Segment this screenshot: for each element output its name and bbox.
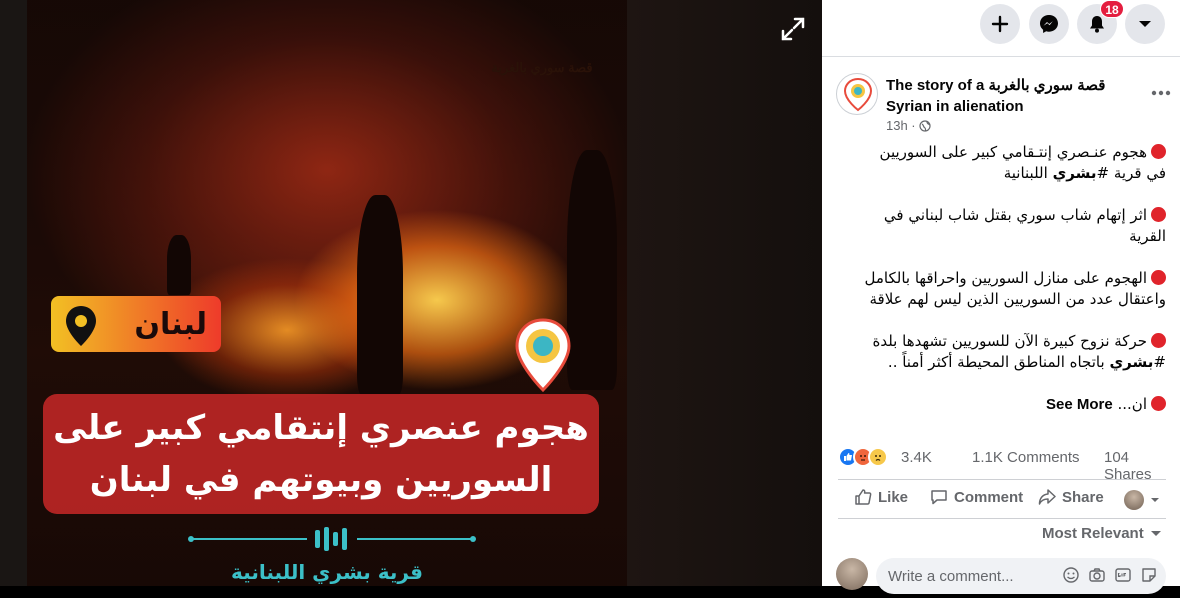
page-name-link[interactable]: The story of a قصة سوري بالغربة Syrian i… <box>886 75 1136 117</box>
red-circle-icon <box>1151 396 1166 411</box>
comment-tools <box>1062 566 1158 584</box>
sad-reaction-icon <box>868 447 888 467</box>
post-paragraph: الهجوم على منازل السوريين واحراقها بالكا… <box>850 268 1166 310</box>
headline-banner: هجوم عنصري إنتقامي كبير على السوريين وبي… <box>43 394 599 514</box>
paragraph-line: اثر إتهام شاب سوري بقتل شاب لبناني في <box>883 206 1147 224</box>
like-button[interactable]: Like <box>854 488 908 506</box>
comment-placeholder: Write a comment... <box>888 567 1014 585</box>
share-label: Share <box>1062 488 1104 506</box>
post-header: The story of a قصة سوري بالغربة Syrian i… <box>836 73 1171 133</box>
sort-label: Most Relevant <box>1042 525 1144 542</box>
viewer-right-edge <box>627 0 822 586</box>
comment-button[interactable]: Comment <box>930 488 1023 506</box>
messenger-icon <box>1040 15 1058 33</box>
watermark: قصة سوري بالغربة <box>491 60 593 75</box>
camera-icon[interactable] <box>1088 566 1106 584</box>
messenger-button[interactable] <box>1029 4 1069 44</box>
page-avatar[interactable] <box>836 73 878 115</box>
post-paragraph: اثر إتهام شاب سوري بقتل شاب لبناني في ال… <box>850 205 1166 247</box>
person-silhouette <box>567 150 617 390</box>
red-circle-icon <box>1151 333 1166 348</box>
reactions-count[interactable]: 3.4K <box>901 449 932 466</box>
red-circle-icon <box>1151 144 1166 159</box>
comments-count[interactable]: 1.1K Comments <box>972 449 1080 466</box>
create-button[interactable] <box>980 4 1020 44</box>
post-stats: 3.4K 1.1K Comments 104 Shares <box>838 446 1166 483</box>
share-button[interactable]: Share <box>1038 488 1104 506</box>
share-arrow-icon <box>1038 489 1056 505</box>
shares-count[interactable]: 104 Shares <box>1104 449 1166 483</box>
post-panel: 18 The story of a قصة سوري بالغربة Syria… <box>822 0 1180 594</box>
comment-input[interactable]: Write a comment... <box>876 558 1166 594</box>
top-nav: 18 <box>822 0 1180 57</box>
plus-icon <box>991 15 1009 33</box>
location-tag-label: لبنان <box>134 306 207 342</box>
account-menu-button[interactable] <box>1125 4 1165 44</box>
expand-icon[interactable] <box>780 16 806 42</box>
viewer-left-edge <box>0 0 27 586</box>
paragraph-line: هجوم عنـصري إنتـقامي كبير على السوريين <box>879 143 1147 161</box>
caret-down-icon <box>1151 498 1159 502</box>
red-circle-icon <box>1151 207 1166 222</box>
person-silhouette <box>167 235 191 295</box>
person-silhouette <box>357 195 403 395</box>
post-paragraph: حركة نزوح كبيرة الآن للسوريين تشهدها بلد… <box>850 331 1166 373</box>
paragraph-line: القرية <box>1129 227 1166 245</box>
see-more-link[interactable]: See More <box>1046 396 1113 413</box>
post-paragraph: هجوم عنـصري إنتـقامي كبير على السوريين ف… <box>850 142 1166 184</box>
caret-down-icon <box>1139 21 1151 27</box>
location-pin-icon <box>66 306 96 346</box>
paragraph-line: حركة نزوح كبيرة الآن للسوريين تشهدها بلد… <box>872 332 1147 350</box>
gif-icon[interactable] <box>1114 566 1132 584</box>
photo-viewer: قصة سوري بالغربة لبنان هجوم عنصري إنتقام… <box>0 0 822 586</box>
truncated-line: ان... See More <box>850 394 1166 415</box>
truncated-text: ان... <box>1117 395 1148 413</box>
globe-icon <box>919 119 931 132</box>
paragraph-line: واعتقال عدد من السوريين الذين ليس لهم عل… <box>869 290 1166 308</box>
emoji-icon[interactable] <box>1062 566 1080 584</box>
red-circle-icon <box>1151 270 1166 285</box>
paragraph-line: في قرية # <box>1096 164 1166 182</box>
hashtag-link[interactable]: بشري <box>1109 353 1153 371</box>
paragraph-line: باتجاه المناطق المحيطة أكثر أمناً .. <box>887 353 1110 371</box>
post-action-bar: Like Comment Share <box>838 479 1166 519</box>
post-text: هجوم عنـصري إنتـقامي كبير على السوريين ف… <box>850 142 1166 415</box>
paragraph-line: اللبنانية <box>1003 164 1053 182</box>
reactions-summary[interactable] <box>838 447 888 467</box>
reaction-profile-selector[interactable] <box>1124 490 1160 510</box>
comment-composer: Write a comment... <box>836 558 1166 598</box>
photo-caption: قرية بشري اللبنانية <box>231 560 423 584</box>
post-time[interactable]: 13h · <box>886 118 916 133</box>
comment-bubble-icon <box>931 490 947 505</box>
paragraph-line: # <box>1153 353 1166 371</box>
like-label: Like <box>878 488 909 506</box>
page-logo-icon <box>843 77 873 112</box>
post-meta: 13h · <box>886 118 931 133</box>
avatar <box>836 558 868 590</box>
hashtag-link[interactable]: بشري <box>1053 164 1097 182</box>
sticker-icon[interactable] <box>1140 566 1158 584</box>
more-options-icon[interactable] <box>1148 83 1174 103</box>
paragraph-line: الهجوم على منازل السوريين واحراقها بالكا… <box>864 269 1147 287</box>
comment-sort-dropdown[interactable]: Most Relevant <box>1042 525 1162 542</box>
headline-line-1: هجوم عنصري إنتقامي كبير على <box>53 408 589 448</box>
decorative-divider <box>188 527 476 551</box>
post-photo[interactable]: قصة سوري بالغربة لبنان هجوم عنصري إنتقام… <box>27 0 627 586</box>
headline-line-2: السوريين وبيوتهم في لبنان <box>89 460 553 500</box>
channel-logo-icon <box>515 318 571 393</box>
thumbs-up-icon <box>855 489 872 505</box>
profile-avatar <box>1124 490 1144 510</box>
comment-label: Comment <box>954 488 1024 506</box>
notification-count-badge: 18 <box>1100 0 1124 18</box>
caret-down-icon <box>1150 530 1161 536</box>
